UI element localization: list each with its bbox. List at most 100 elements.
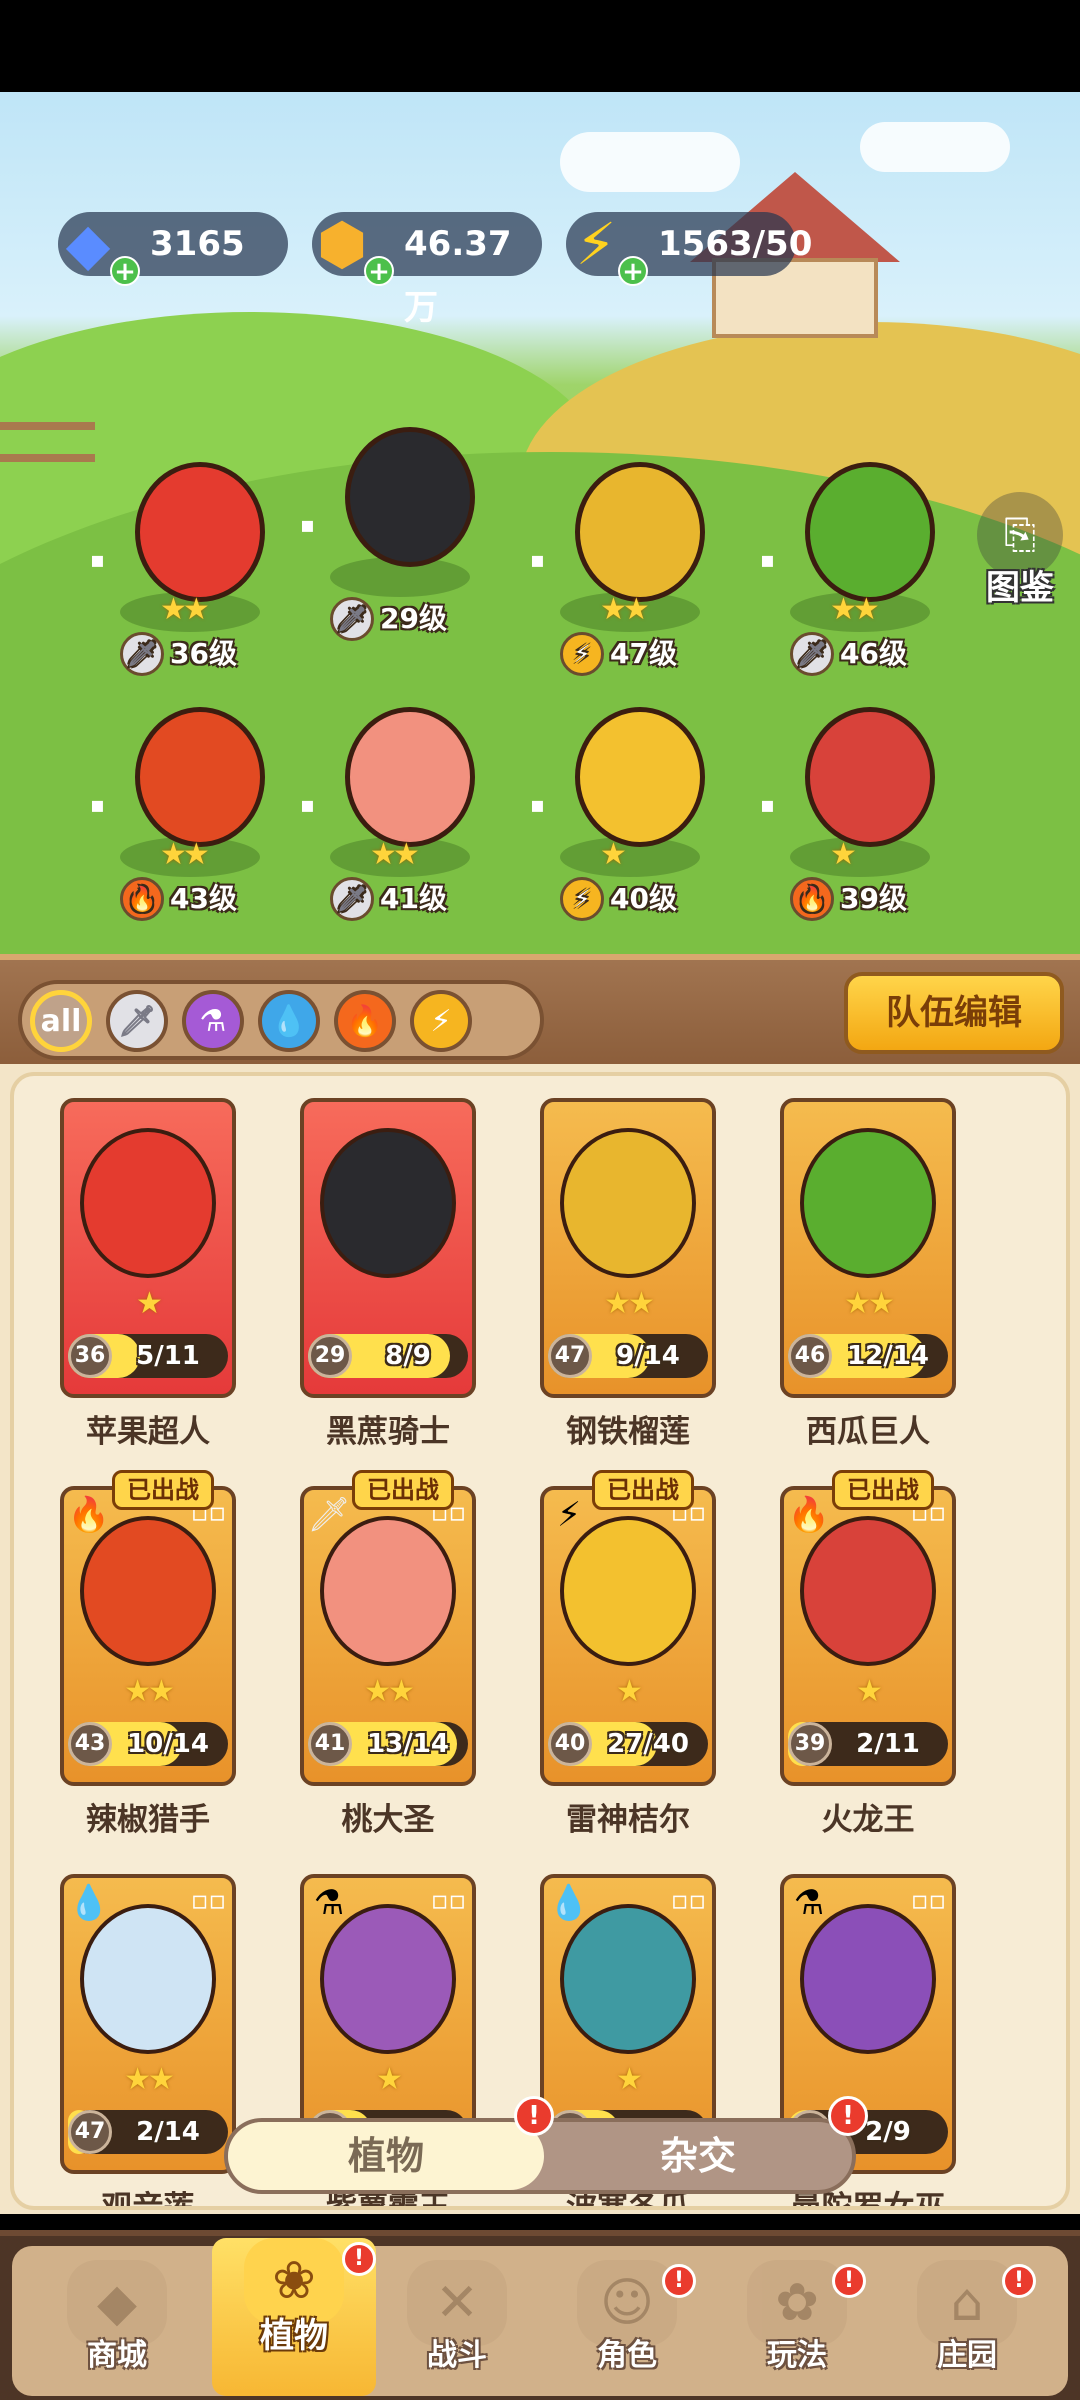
alert-badge: ! bbox=[832, 2264, 866, 2298]
plant-card[interactable]: ★★ 47 9/14 钢铁榴莲 bbox=[540, 1098, 716, 1450]
plant-card[interactable]: ★★ 43 10/14 辣椒猎手 🔥 ▫▫ 已出战 bbox=[60, 1470, 236, 1838]
plant-name: 火龙王 bbox=[821, 1802, 915, 1838]
water-icon: 💧 bbox=[67, 1883, 111, 1923]
add-gems-icon[interactable]: + bbox=[110, 256, 140, 286]
plant-portrait bbox=[320, 1904, 456, 2054]
team-edit-button[interactable]: 队伍编辑 bbox=[844, 972, 1064, 1054]
sword-icon: 🗡 bbox=[790, 632, 834, 676]
plant-card[interactable]: ★★ 46 12/14 西瓜巨人 bbox=[780, 1098, 956, 1450]
plant-name: 西瓜巨人 bbox=[806, 1414, 930, 1450]
nav-tab-plant[interactable]: ❀ 植物! bbox=[212, 2238, 376, 2396]
alert-badge: ! bbox=[662, 2264, 696, 2298]
lightning-icon: ⚡ bbox=[560, 877, 604, 921]
nav-tab-character[interactable]: ☺ 角色! bbox=[552, 2260, 702, 2400]
hero-stars: ★ bbox=[830, 837, 857, 872]
shard-progress: 2/11 bbox=[856, 1729, 920, 1759]
shard-progress-bar: 36 5/11 bbox=[68, 1334, 228, 1378]
plant-level: 46 bbox=[788, 1334, 832, 1378]
plant-card[interactable]: ★ 36 5/11 苹果超人 bbox=[60, 1098, 236, 1450]
fire-icon: 🔥 bbox=[790, 877, 834, 921]
plant-stars: ★★ bbox=[844, 1286, 895, 1321]
team-hero[interactable]: ▪ ★★ 🗡 36级 bbox=[90, 452, 290, 682]
nav-label: 植物 bbox=[260, 2316, 328, 2356]
plant-card[interactable]: ★ 40 27/40 雷神桔尔 ⚡ ▫▫ 已出战 bbox=[540, 1470, 716, 1838]
plant-name: 苹果超人 bbox=[86, 1414, 210, 1450]
grid-slot-icon: ▫▫ bbox=[910, 1886, 946, 1916]
shard-progress-bar: 41 13/14 bbox=[308, 1722, 468, 1766]
nav-tab-shop[interactable]: ◆ 商城 bbox=[42, 2260, 192, 2400]
filter-all[interactable]: all bbox=[30, 990, 92, 1052]
plant-portrait bbox=[80, 1128, 216, 1278]
plant-stars: ★ bbox=[616, 2062, 643, 2097]
codex-button[interactable]: ⎘ 图鉴 bbox=[970, 492, 1070, 608]
filter-lightning-icon[interactable]: ⚡ bbox=[410, 990, 472, 1052]
team-hero[interactable]: ▪ ★ ⚡ 40级 bbox=[530, 697, 730, 927]
gem-counter[interactable]: ◆ + 3165 bbox=[58, 212, 288, 286]
hero-stars: ★★ bbox=[370, 837, 420, 872]
sword-icon: 🗡 bbox=[307, 1495, 351, 1535]
team-hero[interactable]: ▪ ★★ 🗡 46级 bbox=[760, 452, 960, 682]
shard-progress: 27/40 bbox=[607, 1729, 689, 1759]
hero-level: 40级 bbox=[610, 882, 677, 915]
nav-tab-manor[interactable]: ⌂ 庄园! bbox=[892, 2260, 1042, 2400]
plant-level: 29 bbox=[308, 1334, 352, 1378]
add-gold-icon[interactable]: + bbox=[364, 256, 394, 286]
plant-stars: ★★ bbox=[124, 2062, 175, 2097]
nav-tab-gameplay[interactable]: ✿ 玩法! bbox=[722, 2260, 872, 2400]
gold-amount: 46.37万 bbox=[404, 224, 512, 328]
status-bar bbox=[0, 0, 1080, 92]
plant-name: 钢铁榴莲 bbox=[566, 1414, 690, 1450]
filter-potion-icon[interactable]: ⚗ bbox=[182, 990, 244, 1052]
shard-progress: 2/14 bbox=[136, 2117, 200, 2147]
plant-portrait bbox=[800, 1128, 936, 1278]
plant-stars: ★★ bbox=[124, 1674, 175, 1709]
hero-sprite bbox=[345, 707, 475, 847]
plant-level: 40 bbox=[548, 1722, 592, 1766]
team-hero[interactable]: ▪ ★ 🔥 39级 bbox=[760, 697, 960, 927]
nav-label: 庄园 bbox=[937, 2338, 997, 2373]
hero-stars: ★★ bbox=[830, 592, 880, 627]
team-hero[interactable]: ▪ ★★ ⚡ 47级 bbox=[530, 452, 730, 682]
gold-counter[interactable]: ⬢ + 46.37万 bbox=[312, 212, 542, 328]
plant-card[interactable]: ★★ 41 13/14 桃大圣 🗡 ▫▫ 已出战 bbox=[300, 1470, 476, 1838]
tab-hybrid[interactable]: 杂交 bbox=[544, 2122, 852, 2190]
plant-collection-panel: ★ 36 5/11 苹果超人 29 8/9 黑蔗骑士 ★★ 47 9/14 钢铁榴莲 ★★ 46 12/1… bbox=[0, 1064, 1080, 2214]
plant-stars: ★★ bbox=[604, 1286, 655, 1321]
plant-portrait bbox=[800, 1904, 936, 2054]
team-hero[interactable]: ▪ ★★ 🔥 43级 bbox=[90, 697, 290, 927]
plant-card[interactable]: ★ 39 2/11 火龙王 🔥 ▫▫ 已出战 bbox=[780, 1470, 956, 1838]
add-energy-icon[interactable]: + bbox=[618, 256, 648, 286]
team-hero[interactable]: ▪ ★★ 🗡 41级 bbox=[300, 697, 500, 927]
hero-stars: ★★ bbox=[160, 592, 210, 627]
plant-name: 雷神桔尔 bbox=[566, 1802, 690, 1838]
plant-level: 43 bbox=[68, 1722, 112, 1766]
hero-sprite bbox=[575, 462, 705, 602]
fence bbox=[0, 422, 95, 462]
tab-plants[interactable]: 植物 bbox=[228, 2122, 544, 2190]
shard-progress-bar: 47 2/14 bbox=[68, 2110, 228, 2154]
hero-sprite bbox=[135, 462, 265, 602]
category-toggle[interactable]: 植物 杂交 ! ! bbox=[224, 2096, 868, 2194]
card-grid[interactable]: ★ 36 5/11 苹果超人 29 8/9 黑蔗骑士 ★★ 47 9/14 钢铁榴莲 ★★ 46 12/1… bbox=[10, 1072, 1070, 2210]
sword-icon: 🗡 bbox=[330, 597, 374, 641]
plant-card[interactable]: 29 8/9 黑蔗骑士 bbox=[300, 1098, 476, 1450]
grid-slot-icon: ▫▫ bbox=[670, 1886, 706, 1916]
grid-slot-icon: ▪ bbox=[90, 793, 105, 818]
shard-progress-bar: 47 9/14 bbox=[548, 1334, 708, 1378]
nav-tab-battle[interactable]: ✕ 战斗 bbox=[382, 2260, 532, 2400]
grid-slot-icon: ▫▫ bbox=[190, 1886, 226, 1916]
fire-icon: 🔥 bbox=[120, 877, 164, 921]
shard-progress-bar: 29 8/9 bbox=[308, 1334, 468, 1378]
plant-portrait bbox=[320, 1516, 456, 1666]
team-hero[interactable]: ▪ 🗡 29级 bbox=[300, 417, 500, 647]
hero-level: 41级 bbox=[380, 882, 447, 915]
plant-card[interactable]: ★★ 47 2/14 观音莲 💧 ▫▫ bbox=[60, 1874, 236, 2206]
shard-progress-bar: 46 12/14 bbox=[788, 1334, 948, 1378]
plant-name: 观音莲 bbox=[101, 2190, 195, 2210]
battlefield-scene: ◆ + 3165 ⬢ + 46.37万 ⚡ + 1563/50 ⎘ 图鉴 ▪ ★★… bbox=[0, 92, 1080, 954]
water-icon: 💧 bbox=[547, 1883, 591, 1923]
filter-water-icon[interactable]: 💧 bbox=[258, 990, 320, 1052]
energy-counter[interactable]: ⚡ + 1563/50 bbox=[566, 212, 812, 286]
filter-sword-icon[interactable]: 🗡 bbox=[106, 990, 168, 1052]
filter-fire-icon[interactable]: 🔥 bbox=[334, 990, 396, 1052]
